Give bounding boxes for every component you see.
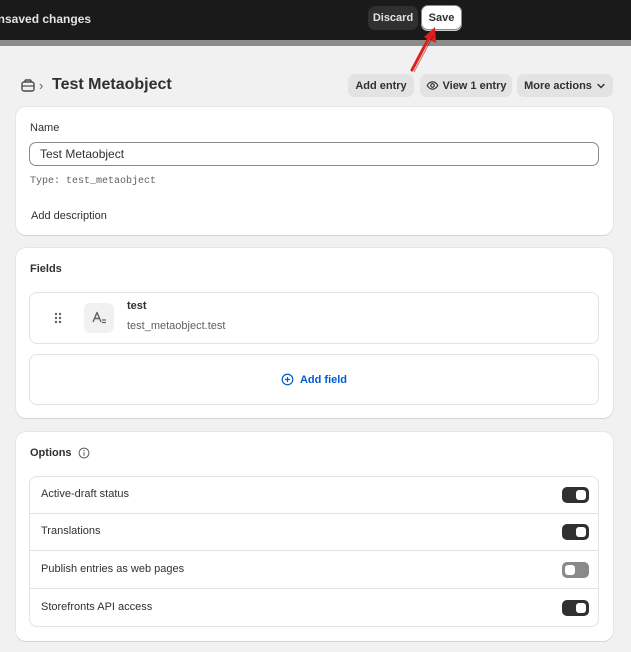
breadcrumb-chevron-icon: › [39, 78, 44, 93]
unsaved-changes-message: Unsaved changes [0, 12, 92, 26]
type-hint: Type: test_metaobject [30, 176, 157, 187]
options-list: Active-draft status Translations Publish… [29, 476, 599, 627]
name-label: Name [30, 122, 60, 134]
drag-handle-icon[interactable] [53, 311, 63, 325]
option-translations: Translations [30, 514, 598, 551]
add-field-button[interactable]: Add field [29, 354, 599, 405]
chevron-down-icon [597, 83, 605, 88]
contextual-save-bar: Unsaved changes Discard Save [0, 0, 631, 40]
toggle-knob [576, 527, 586, 537]
view-entries-button[interactable]: View 1 entry [420, 74, 512, 97]
options-header: Options [30, 447, 90, 459]
fields-title: Fields [30, 263, 62, 275]
option-label: Publish entries as web pages [41, 563, 185, 575]
option-label: Active-draft status [41, 488, 130, 500]
field-key: test_metaobject.test [127, 320, 226, 332]
translations-toggle[interactable] [562, 524, 589, 540]
option-label: Translations [41, 525, 101, 537]
toggle-knob [576, 490, 586, 500]
more-actions-label: More actions [524, 79, 592, 92]
option-publish-web-pages: Publish entries as web pages [30, 552, 598, 589]
fields-card: Fields test test_metaobject.test Add fie… [16, 248, 613, 418]
option-label: Storefronts API access [41, 601, 153, 613]
metaobject-icon[interactable] [20, 78, 36, 94]
field-row[interactable]: test test_metaobject.test [29, 292, 599, 344]
view-entries-label: View 1 entry [442, 79, 507, 92]
more-actions-button[interactable]: More actions [517, 74, 613, 97]
active-draft-status-toggle[interactable] [562, 487, 589, 503]
add-field-label: Add field [299, 373, 348, 386]
storefront-api-access-toggle[interactable] [562, 600, 589, 616]
name-card: Name Type: test_metaobject Add descripti… [16, 107, 613, 235]
name-input[interactable] [29, 142, 599, 166]
eye-icon [426, 81, 438, 90]
options-title: Options [30, 447, 72, 459]
text-field-icon [84, 303, 114, 333]
info-icon[interactable] [78, 447, 90, 459]
options-card: Options Active-draft status Translations… [16, 432, 613, 641]
toggle-knob [576, 603, 586, 613]
annotation-arrow-icon [410, 27, 436, 73]
plus-circle-icon [281, 373, 294, 386]
toggle-knob [565, 565, 575, 575]
field-name: test [127, 300, 147, 312]
page-header: › Test Metaobject Add entry View 1 entry… [0, 72, 631, 100]
page-title: Test Metaobject [52, 76, 172, 93]
publish-web-pages-toggle[interactable] [562, 562, 589, 578]
add-description-button[interactable]: Add description [31, 210, 107, 222]
add-entry-button[interactable]: Add entry [348, 74, 414, 97]
option-storefront-api-access: Storefronts API access [30, 590, 598, 627]
save-bar-shadow-divider [0, 40, 631, 46]
option-active-draft-status: Active-draft status [30, 477, 598, 514]
